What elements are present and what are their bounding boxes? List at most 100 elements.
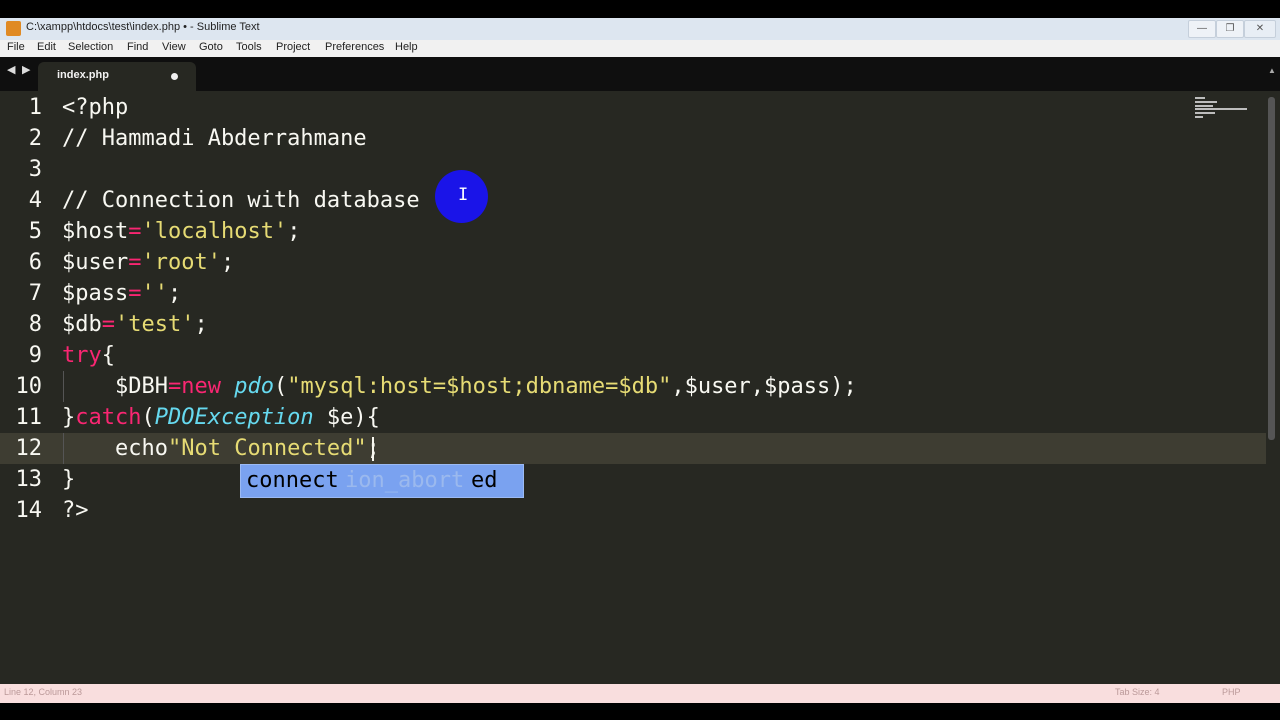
- menu-view[interactable]: View: [162, 41, 186, 53]
- code-token: }: [62, 405, 76, 430]
- code-token: ;: [167, 281, 182, 306]
- code-string: '': [141, 281, 168, 306]
- tab-bar: ◀ ▶ index.php ▲: [0, 57, 1280, 91]
- line-number: 6: [28, 250, 42, 275]
- menu-project[interactable]: Project: [276, 41, 310, 53]
- line-number: 8: [28, 312, 42, 337]
- text-caret: [372, 437, 374, 461]
- code-line-5: $host='localhost';: [62, 216, 300, 247]
- code-string: 'test': [115, 312, 195, 337]
- menu-goto[interactable]: Goto: [199, 41, 223, 53]
- code-token: (: [141, 405, 155, 430]
- menu-tools[interactable]: Tools: [236, 41, 262, 53]
- unsaved-dot-icon[interactable]: [171, 73, 178, 80]
- line-number: 7: [28, 281, 42, 306]
- code-string: 'localhost': [141, 219, 288, 244]
- code-line-2: // Hammadi Abderrahmane: [62, 123, 367, 154]
- line-number: 10: [15, 374, 43, 399]
- code-variable: $user: [62, 250, 129, 275]
- close-button[interactable]: ✕: [1244, 20, 1276, 38]
- code-string: "mysql:host=$host;dbname=$db": [287, 374, 672, 399]
- code-line-10: $DBH=new pdo("mysql:host=$host;dbname=$d…: [62, 371, 857, 402]
- code-token: ?>: [62, 498, 89, 523]
- code-line-13: }: [62, 464, 75, 495]
- line-number: 4: [28, 188, 42, 213]
- code-string: "Not Connected: [167, 436, 354, 461]
- line-number: 11: [15, 405, 43, 430]
- tab-index-php[interactable]: index.php: [38, 62, 196, 91]
- code-string: ": [353, 436, 367, 461]
- back-arrow-icon[interactable]: ◀: [7, 63, 15, 76]
- minimap[interactable]: [1195, 97, 1250, 119]
- line-number: 1: [28, 95, 42, 120]
- code-keyword: catch: [75, 405, 142, 430]
- code-variable: $DBH: [62, 374, 168, 399]
- code-token: ;: [220, 250, 235, 275]
- autocomplete-popup[interactable]: connect ion_abort ed: [240, 464, 524, 498]
- code-variable: $db: [62, 312, 102, 337]
- code-line-11: }catch(PDOException $e){: [62, 402, 380, 433]
- code-token: echo: [62, 436, 168, 461]
- menu-help[interactable]: Help: [395, 41, 418, 53]
- minimap-line: [1195, 105, 1213, 107]
- code-function: pdo: [234, 374, 274, 399]
- menu-bar: File Edit Selection Find View Goto Tools…: [0, 40, 1280, 57]
- code-keyword: new: [181, 374, 221, 399]
- code-variable: $host: [62, 219, 129, 244]
- maximize-button[interactable]: ❐: [1216, 20, 1244, 38]
- ibeam-cursor-icon: I: [458, 185, 469, 205]
- code-token: (: [273, 374, 288, 399]
- status-tab-size[interactable]: Tab Size: 4: [1115, 687, 1160, 697]
- menu-find[interactable]: Find: [127, 41, 148, 53]
- code-operator: =: [101, 312, 115, 337]
- code-line-9: try{: [62, 340, 115, 371]
- code-editor[interactable]: 1 2 3 4 5 6 7 8 9 10 11 12 13 14 <?php /…: [0, 91, 1280, 684]
- code-operator: =: [128, 281, 142, 306]
- code-line-6: $user='root';: [62, 247, 234, 278]
- line-number: 14: [15, 498, 43, 523]
- autocomplete-suffix[interactable]: ed: [471, 466, 498, 496]
- code-comment: // Connection with database: [62, 188, 420, 213]
- status-syntax[interactable]: PHP: [1222, 687, 1241, 697]
- code-operator: =: [128, 250, 142, 275]
- minimap-line: [1195, 112, 1215, 114]
- menu-preferences[interactable]: Preferences: [325, 41, 384, 53]
- minimap-line: [1195, 116, 1203, 118]
- tab-label: index.php: [57, 69, 109, 81]
- status-position: Line 12, Column 23: [4, 687, 83, 697]
- code-variable: $pass: [62, 281, 129, 306]
- minimap-line: [1195, 101, 1217, 103]
- code-keyword: try: [62, 343, 102, 368]
- code-line-1: <?php: [62, 92, 128, 123]
- tab-scroll-up-icon[interactable]: ▲: [1268, 66, 1276, 75]
- menu-edit[interactable]: Edit: [37, 41, 56, 53]
- menu-file[interactable]: File: [7, 41, 25, 53]
- sublime-text-icon: [6, 21, 21, 36]
- code-line-14: ?>: [62, 495, 89, 526]
- line-number: 3: [28, 157, 42, 182]
- window-title: C:\xampp\htdocs\test\index.php • - Subli…: [26, 21, 260, 33]
- code-line-7: $pass='';: [62, 278, 181, 309]
- code-operator: =: [167, 374, 182, 399]
- autocomplete-typed[interactable]: connect: [246, 466, 339, 496]
- code-token: ;: [194, 312, 208, 337]
- vertical-scrollbar[interactable]: [1268, 97, 1275, 440]
- forward-arrow-icon[interactable]: ▶: [22, 63, 30, 76]
- line-number: 9: [28, 343, 42, 368]
- code-token: {: [101, 343, 115, 368]
- title-bar: C:\xampp\htdocs\test\index.php • - Subli…: [0, 18, 1280, 40]
- code-class: PDOException: [154, 405, 314, 430]
- autocomplete-faded-text: ion_abort: [345, 468, 465, 493]
- line-number: 2: [28, 126, 42, 151]
- code-token: ;: [287, 219, 301, 244]
- code-comment: // Hammadi Abderrahmane: [62, 126, 367, 151]
- code-string: 'root': [141, 250, 221, 275]
- code-line-4: // Connection with database: [62, 185, 420, 216]
- menu-selection[interactable]: Selection: [68, 41, 113, 53]
- code-line-12: echo"Not Connected";: [62, 433, 380, 464]
- minimap-line: [1195, 108, 1247, 110]
- code-token: ,$user,$pass);: [671, 374, 857, 399]
- minimize-button[interactable]: —: [1188, 20, 1216, 38]
- status-bar: Line 12, Column 23 Tab Size: 4 PHP: [0, 684, 1280, 703]
